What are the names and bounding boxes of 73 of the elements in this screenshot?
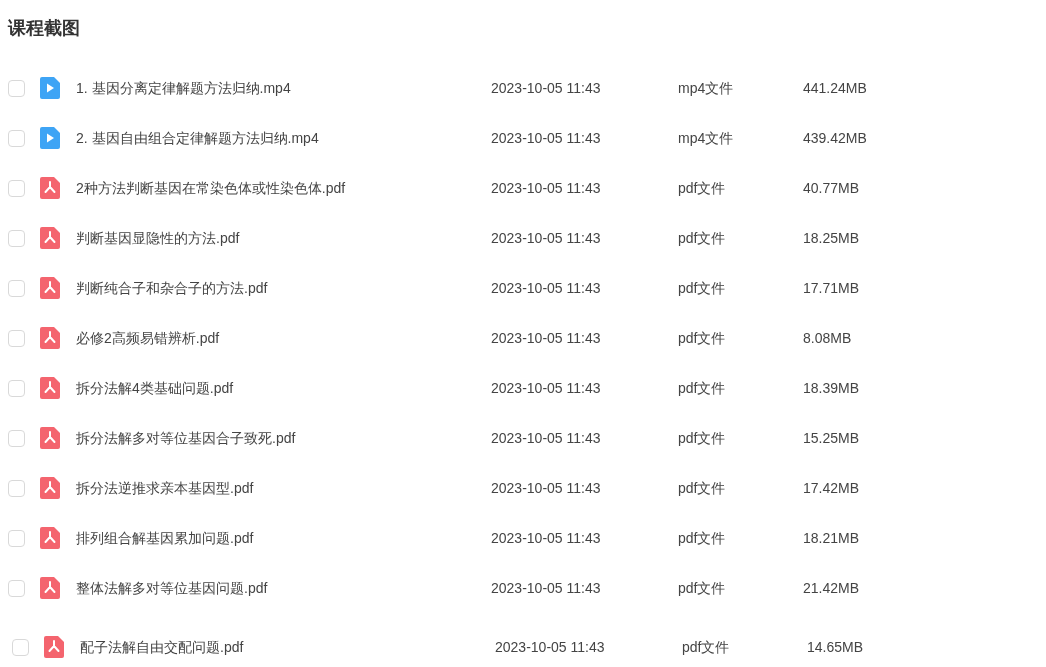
file-date: 2023-10-05 11:43 <box>491 128 602 148</box>
file-type: pdf文件 <box>678 578 727 598</box>
file-size: 17.71MB <box>803 278 860 298</box>
play-file-icon <box>40 77 60 99</box>
file-date: 2023-10-05 11:43 <box>491 478 602 498</box>
file-size: 18.25MB <box>803 228 860 248</box>
checkbox[interactable] <box>8 429 25 447</box>
checkbox[interactable] <box>8 379 25 397</box>
checkbox[interactable] <box>8 129 25 147</box>
file-date: 2023-10-05 11:43 <box>491 378 602 398</box>
file-date: 2023-10-05 11:43 <box>491 528 602 548</box>
file-name[interactable]: 整体法解多对等位基因问题.pdf <box>76 577 491 599</box>
pdf-file-icon <box>40 527 60 549</box>
checkbox[interactable] <box>8 579 25 597</box>
file-name[interactable]: 2. 基因自由组合定律解题方法归纳.mp4 <box>76 127 491 149</box>
checkbox[interactable] <box>8 529 25 547</box>
file-type: pdf文件 <box>678 228 727 248</box>
checkbox[interactable] <box>8 279 25 297</box>
file-name[interactable]: 拆分法解4类基础问题.pdf <box>76 377 491 399</box>
file-date: 2023-10-05 11:43 <box>491 278 602 298</box>
section-title: 课程截图 <box>8 17 81 40</box>
file-size: 439.42MB <box>803 128 867 148</box>
file-name[interactable]: 拆分法逆推求亲本基因型.pdf <box>76 477 491 499</box>
file-name[interactable]: 1. 基因分离定律解题方法归纳.mp4 <box>76 77 491 99</box>
file-type: pdf文件 <box>678 428 727 448</box>
file-date: 2023-10-05 11:43 <box>495 637 606 657</box>
pdf-file-icon <box>40 277 60 299</box>
checkbox[interactable] <box>12 638 29 656</box>
checkbox[interactable] <box>8 329 25 347</box>
file-type: pdf文件 <box>678 478 727 498</box>
file-type: pdf文件 <box>678 278 727 298</box>
file-name[interactable]: 2种方法判断基因在常染色体或性染色体.pdf <box>76 177 491 199</box>
file-type: pdf文件 <box>678 378 727 398</box>
play-file-icon <box>40 127 60 149</box>
file-type: pdf文件 <box>678 328 727 348</box>
file-name[interactable]: 配子法解自由交配问题.pdf <box>80 636 495 658</box>
file-type: mp4文件 <box>678 78 735 98</box>
file-name[interactable]: 排列组合解基因累加问题.pdf <box>76 527 491 549</box>
file-size: 18.21MB <box>803 528 860 548</box>
pdf-file-icon <box>40 577 60 599</box>
checkbox[interactable] <box>8 229 25 247</box>
file-size: 8.08MB <box>803 328 852 348</box>
file-type: pdf文件 <box>682 637 731 657</box>
file-type: mp4文件 <box>678 128 735 148</box>
pdf-file-icon <box>40 327 60 349</box>
file-size: 15.25MB <box>803 428 860 448</box>
file-date: 2023-10-05 11:43 <box>491 78 602 98</box>
file-size: 17.42MB <box>803 478 860 498</box>
file-size: 18.39MB <box>803 378 860 398</box>
file-date: 2023-10-05 11:43 <box>491 228 602 248</box>
pdf-file-icon <box>40 427 60 449</box>
file-type: pdf文件 <box>678 528 727 548</box>
pdf-file-icon <box>40 177 60 199</box>
file-name[interactable]: 必修2高频易错辨析.pdf <box>76 327 491 349</box>
file-size: 14.65MB <box>807 637 864 657</box>
checkbox[interactable] <box>8 179 25 197</box>
pdf-file-icon <box>40 477 60 499</box>
file-name[interactable]: 判断纯合子和杂合子的方法.pdf <box>76 277 491 299</box>
checkbox[interactable] <box>8 79 25 97</box>
file-name[interactable]: 判断基因显隐性的方法.pdf <box>76 227 491 249</box>
file-size: 441.24MB <box>803 78 867 98</box>
file-date: 2023-10-05 11:43 <box>491 578 602 598</box>
file-date: 2023-10-05 11:43 <box>491 328 602 348</box>
pdf-file-icon <box>40 227 60 249</box>
file-size: 40.77MB <box>803 178 860 198</box>
file-name[interactable]: 拆分法解多对等位基因合子致死.pdf <box>76 427 491 449</box>
file-date: 2023-10-05 11:43 <box>491 178 602 198</box>
file-date: 2023-10-05 11:43 <box>491 428 602 448</box>
checkbox[interactable] <box>8 479 25 497</box>
pdf-file-icon <box>44 636 64 658</box>
file-type: pdf文件 <box>678 178 727 198</box>
file-size: 21.42MB <box>803 578 860 598</box>
pdf-file-icon <box>40 377 60 399</box>
